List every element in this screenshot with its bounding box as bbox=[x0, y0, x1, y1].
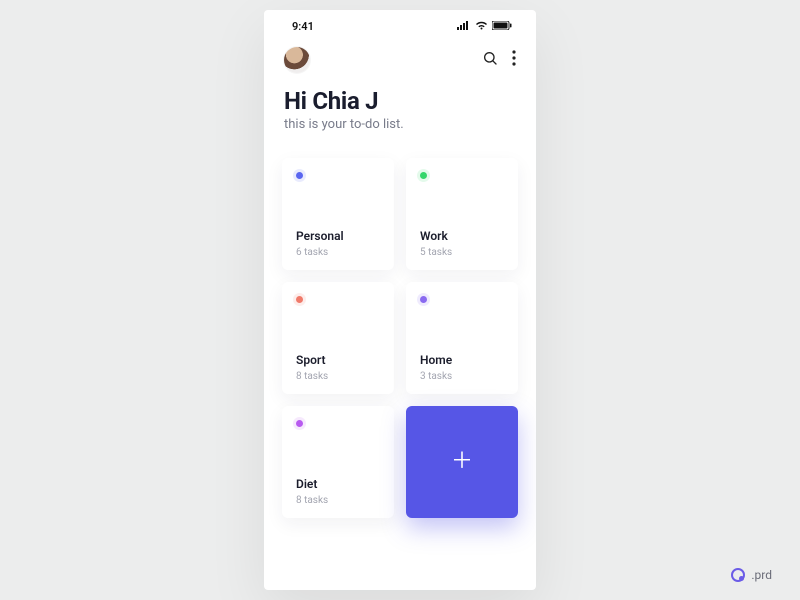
category-title: Work bbox=[420, 229, 504, 243]
footer-brand: .prd bbox=[731, 568, 772, 582]
category-dot bbox=[296, 296, 303, 303]
add-category-button[interactable]: ＋ bbox=[406, 406, 518, 518]
status-time: 9:41 bbox=[292, 20, 314, 33]
category-count: 8 tasks bbox=[296, 371, 380, 382]
category-title: Personal bbox=[296, 229, 380, 243]
status-bar: 9:41 bbox=[282, 18, 518, 39]
category-title: Home bbox=[420, 353, 504, 367]
category-dot bbox=[296, 420, 303, 427]
category-card-home[interactable]: Home 3 tasks bbox=[406, 282, 518, 394]
category-dot bbox=[420, 172, 427, 179]
category-card-work[interactable]: Work 5 tasks bbox=[406, 158, 518, 270]
header-row bbox=[282, 47, 518, 73]
search-icon[interactable] bbox=[482, 50, 498, 70]
category-card-diet[interactable]: Diet 8 tasks bbox=[282, 406, 394, 518]
avatar[interactable] bbox=[284, 47, 310, 73]
category-grid: Personal 6 tasks Work 5 tasks Sport 8 ta… bbox=[282, 158, 518, 518]
category-dot bbox=[296, 172, 303, 179]
category-title: Sport bbox=[296, 353, 380, 367]
wifi-icon bbox=[475, 20, 488, 33]
category-count: 5 tasks bbox=[420, 247, 504, 258]
greeting: Hi Chia J this is your to-do list. bbox=[282, 87, 518, 132]
category-title: Diet bbox=[296, 477, 380, 491]
category-count: 6 tasks bbox=[296, 247, 380, 258]
signal-icon bbox=[457, 20, 471, 33]
brand-logo-icon bbox=[731, 568, 745, 582]
category-count: 3 tasks bbox=[420, 371, 504, 382]
more-icon[interactable] bbox=[512, 50, 516, 70]
greeting-subtitle: this is your to-do list. bbox=[284, 117, 516, 132]
brand-label: .prd bbox=[751, 568, 772, 582]
category-card-sport[interactable]: Sport 8 tasks bbox=[282, 282, 394, 394]
phone-frame: 9:41 Hi Chia J this is your to-do list bbox=[264, 10, 536, 590]
category-dot bbox=[420, 296, 427, 303]
plus-icon: ＋ bbox=[451, 451, 473, 473]
status-icons bbox=[457, 20, 512, 33]
header-actions bbox=[482, 50, 516, 70]
category-card-personal[interactable]: Personal 6 tasks bbox=[282, 158, 394, 270]
greeting-title: Hi Chia J bbox=[284, 87, 516, 115]
battery-icon bbox=[492, 20, 512, 33]
category-count: 8 tasks bbox=[296, 495, 380, 506]
